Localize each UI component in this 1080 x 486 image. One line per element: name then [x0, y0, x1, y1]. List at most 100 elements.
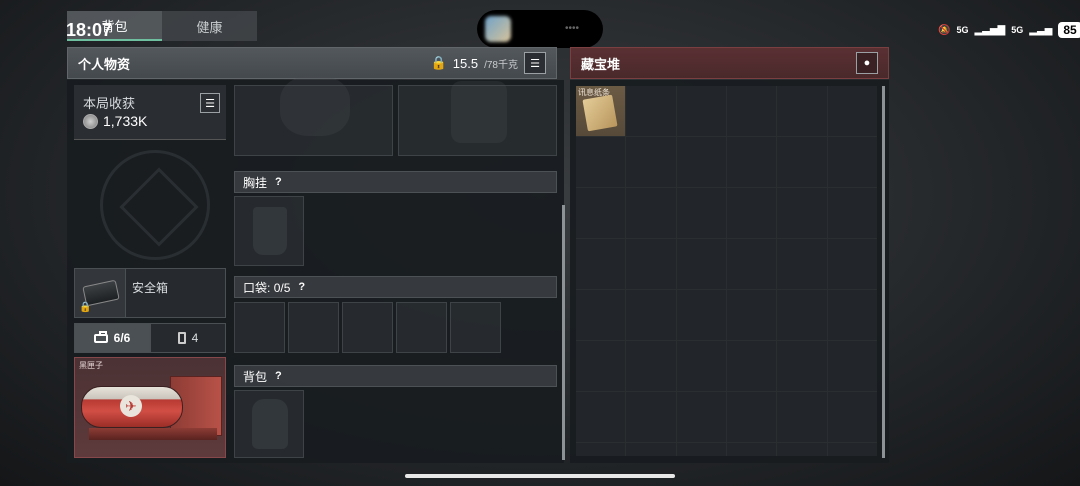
stash-cell[interactable]	[626, 341, 676, 391]
backpack-slot[interactable]	[234, 390, 304, 458]
safebox-slot[interactable]: 🔒 安全箱	[74, 268, 226, 318]
location-button[interactable]: ●	[856, 52, 878, 74]
stash-cell[interactable]	[827, 290, 877, 340]
briefcase-icon	[93, 330, 108, 343]
stash-cell[interactable]	[576, 188, 626, 238]
chest-rig-slot[interactable]	[234, 196, 304, 266]
stash-cell[interactable]	[626, 239, 676, 289]
stash-cell[interactable]	[827, 239, 877, 289]
network-label-2: 5G	[1011, 24, 1024, 35]
stash-cell[interactable]	[676, 86, 726, 136]
stash-cell[interactable]	[777, 392, 827, 442]
stash-cell[interactable]	[726, 239, 777, 289]
stash-cell[interactable]	[676, 188, 726, 238]
stash-cell[interactable]	[576, 392, 626, 442]
signal-icon-2: ▂▃▅	[1029, 24, 1053, 36]
stash-cell[interactable]	[576, 239, 626, 289]
help-icon[interactable]: ?	[298, 281, 305, 293]
armor-slot[interactable]	[398, 81, 557, 156]
coin-icon	[83, 113, 98, 129]
lock-icon: 🔒	[79, 302, 92, 313]
dynamic-island: ••••	[477, 10, 603, 48]
stash-cell[interactable]	[676, 290, 726, 340]
help-icon[interactable]: ?	[275, 176, 282, 188]
pockets-header: 口袋: 0/5 ?	[234, 276, 557, 298]
stash-cell[interactable]	[827, 86, 877, 136]
stash-cell[interactable]	[676, 137, 726, 187]
weight-indicator: 🔒 15.5/78千克 ☰	[431, 52, 546, 74]
help-icon[interactable]: ?	[275, 370, 282, 382]
stash-cell[interactable]	[576, 137, 626, 187]
stash-cell[interactable]	[777, 188, 827, 238]
stash-cell[interactable]	[726, 86, 777, 136]
stash-header: 藏宝堆 ●	[570, 47, 889, 79]
container-tabs: 6/6 4	[74, 323, 226, 353]
round-earnings-card: 本局收获 1,733K ☰	[74, 85, 226, 140]
stash-item-note[interactable]: 讯息纸条	[576, 86, 626, 136]
stash-cell[interactable]	[626, 137, 676, 187]
stash-cell[interactable]	[726, 341, 777, 391]
pocket-slot[interactable]	[234, 302, 285, 353]
stash-cell[interactable]	[726, 290, 777, 340]
battery-indicator: 85	[1058, 22, 1080, 38]
stash-cell[interactable]	[777, 341, 827, 391]
app-icon	[485, 16, 511, 42]
stash-cell[interactable]	[576, 290, 626, 340]
pocket-slot[interactable]	[288, 302, 339, 353]
stash-cell[interactable]	[777, 86, 827, 136]
stash-cell[interactable]	[576, 443, 626, 456]
safebox-item[interactable]: 🔒	[75, 269, 126, 317]
tab-health[interactable]: 健康	[162, 11, 257, 41]
stash-cell[interactable]	[777, 239, 827, 289]
backpack-header: 背包 ?	[234, 365, 557, 387]
stash-cell[interactable]	[827, 443, 877, 456]
stash-cell[interactable]	[626, 443, 676, 456]
stash-cell[interactable]	[576, 341, 626, 391]
faction-emblem-watermark	[100, 150, 210, 260]
stash-cell[interactable]	[827, 137, 877, 187]
stash-cell[interactable]	[726, 443, 777, 456]
safebox-label: 安全箱	[132, 281, 169, 295]
weight-current: 15.5	[452, 55, 479, 71]
stash-title: 藏宝堆	[581, 56, 621, 72]
stash-cell[interactable]	[726, 137, 777, 187]
stash-cell[interactable]	[726, 392, 777, 442]
stash-cell[interactable]	[827, 341, 877, 391]
system-status-icons: 🔕 5G ▂▃▅▇ 5G ▂▃▅ 85	[938, 18, 1080, 42]
paper-note-icon	[582, 94, 618, 132]
list-menu-button[interactable]: ☰	[524, 52, 546, 74]
pocket-slot[interactable]	[342, 302, 393, 353]
stash-cell[interactable]	[626, 392, 676, 442]
pocket-slot[interactable]	[450, 302, 501, 353]
stash-cell[interactable]	[777, 443, 827, 456]
stash-cell[interactable]	[676, 443, 726, 456]
stash-cell[interactable]	[626, 188, 676, 238]
network-label: 5G	[956, 24, 969, 35]
stash-cell[interactable]	[827, 392, 877, 442]
tab-batteries[interactable]: 4	[150, 323, 226, 353]
earnings-list-button[interactable]: ☰	[200, 93, 220, 113]
stash-cell[interactable]	[777, 137, 827, 187]
stash-cell[interactable]	[777, 290, 827, 340]
earnings-value-row: 1,733K	[83, 113, 147, 129]
stash-cell[interactable]	[726, 188, 777, 238]
home-indicator[interactable]	[405, 474, 675, 478]
helmet-slot[interactable]	[234, 76, 393, 156]
mute-bell-icon: 🔕	[938, 24, 951, 36]
tab-containers[interactable]: 6/6	[74, 323, 150, 353]
stash-cell[interactable]	[626, 290, 676, 340]
stash-cell[interactable]	[676, 392, 726, 442]
equipment-scrollbar[interactable]	[562, 205, 565, 460]
pocket-slot[interactable]	[396, 302, 447, 353]
backpack-label: 背包	[243, 369, 268, 384]
weight-icon: 🔒	[430, 55, 447, 70]
stash-cell[interactable]	[827, 188, 877, 238]
stash-cell[interactable]	[626, 86, 676, 136]
stash-cell[interactable]	[676, 341, 726, 391]
location-pin-icon: ●	[863, 57, 871, 69]
chest-rig-label: 胸挂	[243, 175, 268, 190]
stash-cell[interactable]	[676, 239, 726, 289]
blackbox-item[interactable]: 黑匣子 ✈	[74, 357, 226, 458]
stash-scrollbar[interactable]	[882, 86, 885, 458]
earnings-label: 本局收获	[83, 96, 136, 111]
